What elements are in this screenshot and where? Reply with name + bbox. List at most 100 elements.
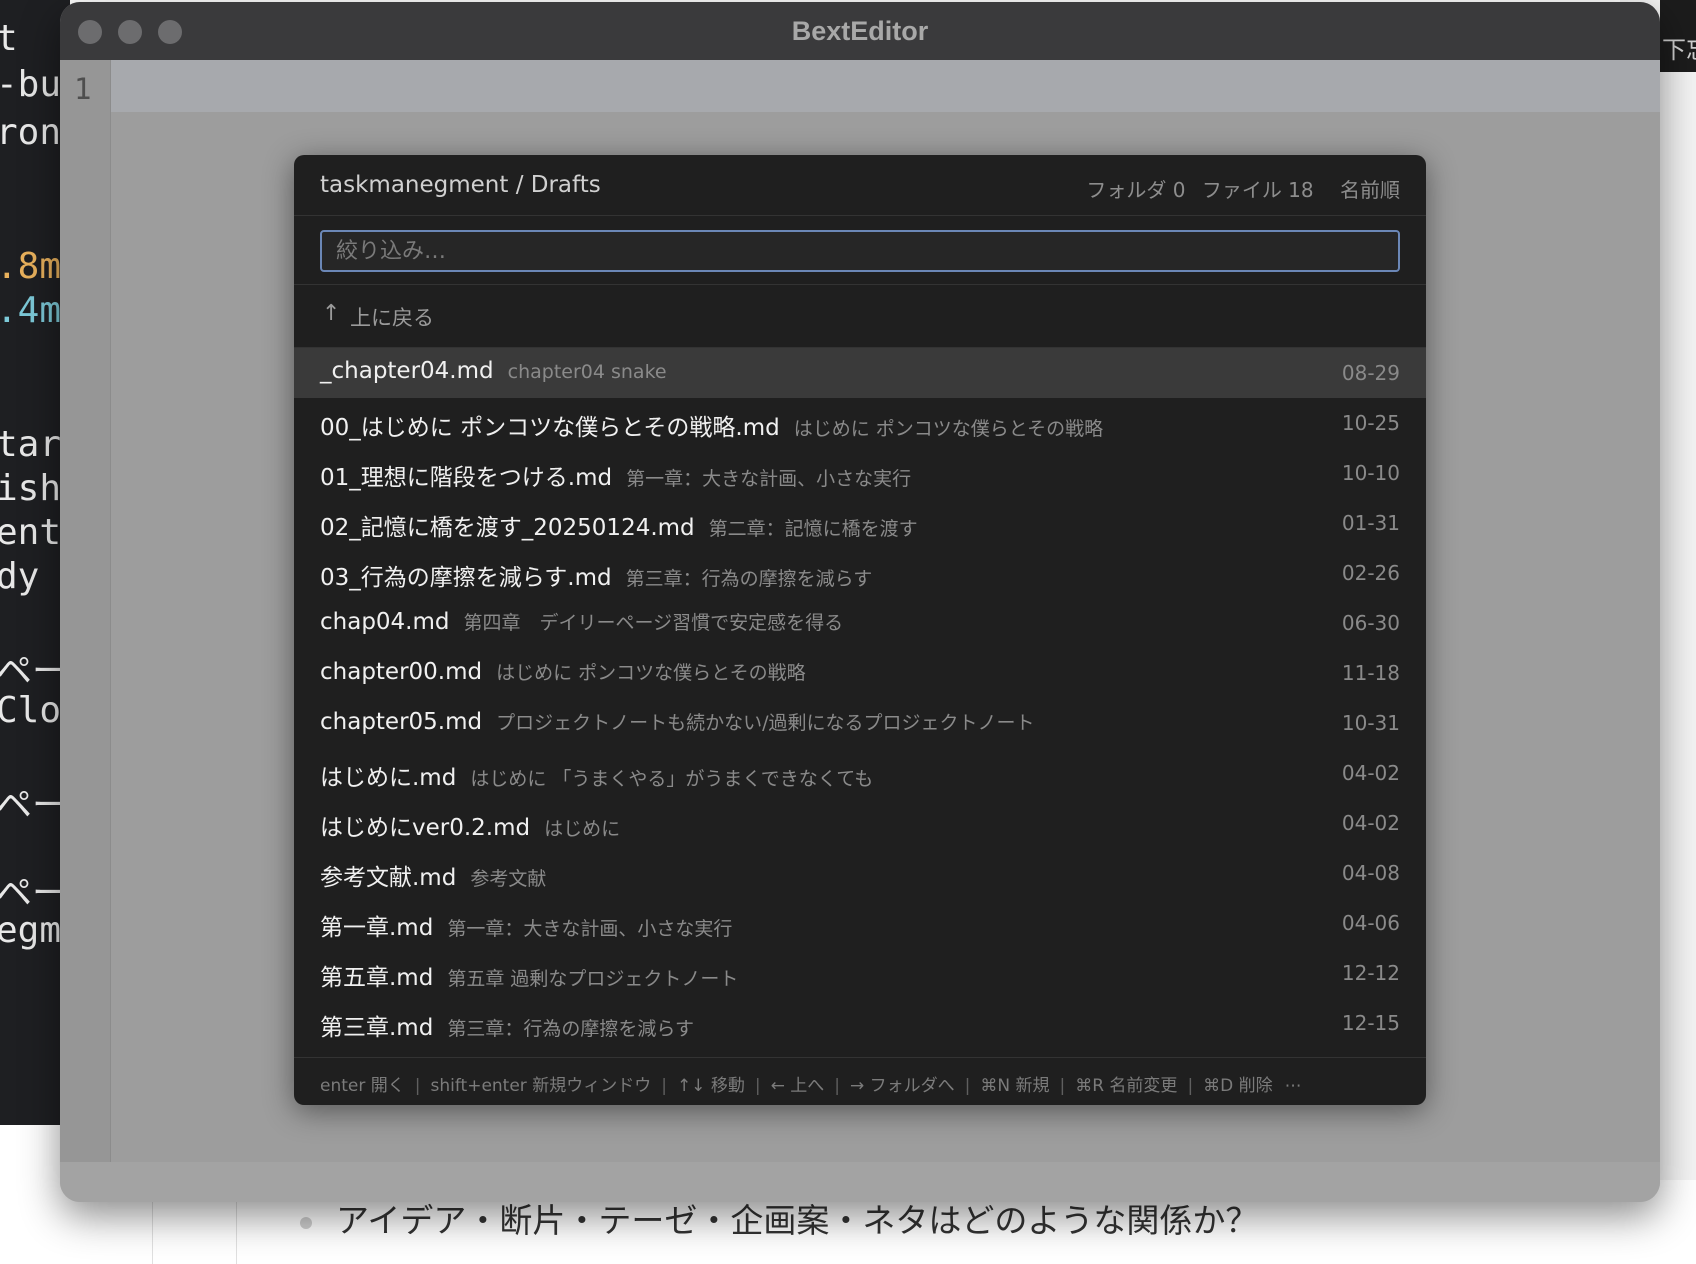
file-row[interactable]: 第三章.md 第三章：行為の摩擦を減らす 12-15 bbox=[294, 998, 1426, 1048]
background-right-text: 下忘 bbox=[1662, 36, 1696, 64]
file-row[interactable]: 03_行為の摩擦を減らす.md 第三章：行為の摩擦を減らす 02-26 bbox=[294, 548, 1426, 598]
file-date: 12-15 bbox=[1341, 1011, 1400, 1035]
file-row[interactable]: 参考文献.md 参考文献 04-08 bbox=[294, 848, 1426, 898]
keyboard-hint: → フォルダへ bbox=[849, 1076, 955, 1096]
terminal-line: ish bbox=[0, 468, 62, 509]
terminal-line: ペー bbox=[0, 785, 69, 826]
file-name: 02_記憶に橋を渡す_20250124.md bbox=[320, 515, 695, 541]
line-number: 1 bbox=[74, 72, 92, 106]
picker-header: taskmanegment / Drafts フォルダ 0 ファイル 18 名前… bbox=[294, 155, 1426, 216]
file-name: はじめに.md bbox=[320, 765, 457, 791]
file-entry: 02_記憶に橋を渡す_20250124.md 第二章：記憶に橋を渡す bbox=[320, 508, 918, 542]
bullet-icon bbox=[300, 1217, 312, 1229]
keyboard-hint: ⌘D 削除 bbox=[1203, 1076, 1273, 1096]
file-name: chapter00.md bbox=[320, 659, 483, 685]
file-name: 00_はじめに ポンコツな僕らとその戦略.md bbox=[320, 415, 780, 441]
file-heading: chapter04 snake bbox=[507, 361, 667, 383]
file-name: chapter05.md bbox=[320, 709, 483, 735]
hint-separator: | bbox=[1187, 1076, 1194, 1096]
file-entry: 01_理想に階段をつける.md 第一章：大きな計画、小さな実行 bbox=[320, 458, 911, 492]
file-date: 04-08 bbox=[1341, 861, 1400, 885]
file-entry: はじめにver0.2.md はじめに bbox=[320, 808, 620, 842]
keyboard-hints-footer: enter 開く | shift+enter 新規ウィンドウ | ↑↓ 移動 | ← 上へ |… bbox=[294, 1057, 1426, 1105]
file-heading: 第四章 デイリーページ習慣で安定感を得る bbox=[463, 612, 844, 634]
file-row[interactable]: はじめに.md はじめに 「うまくやる」がうまくできなくても 04-02 bbox=[294, 748, 1426, 798]
editor-status-area bbox=[60, 1162, 1660, 1202]
terminal-line: ron bbox=[0, 112, 62, 153]
file-heading: 第三章：行為の摩擦を減らす bbox=[447, 1018, 694, 1040]
go-up-row[interactable]: ↑ 上に戻る bbox=[294, 285, 1426, 348]
hint-separator: | bbox=[1059, 1076, 1066, 1096]
file-heading: はじめに 「うまくやる」がうまくできなくても bbox=[470, 768, 874, 790]
file-row[interactable]: 02_記憶に橋を渡す_20250124.md 第二章：記憶に橋を渡す 01-31 bbox=[294, 498, 1426, 548]
keyboard-hint: ⌘R 名前変更 bbox=[1075, 1076, 1178, 1096]
file-entry: はじめに.md はじめに 「うまくやる」がうまくできなくても bbox=[320, 758, 873, 792]
file-entry: chap04.md 第四章 デイリーページ習慣で安定感を得る bbox=[320, 608, 843, 635]
file-name: 第三章.md bbox=[320, 1015, 434, 1041]
window-title: BextEditor bbox=[791, 16, 929, 46]
hint-separator: | bbox=[754, 1076, 761, 1096]
file-heading: 第三章：行為の摩擦を減らす bbox=[625, 568, 873, 590]
arrow-up-icon: ↑ bbox=[322, 301, 341, 326]
file-row[interactable]: 01_理想に階段をつける.md 第一章：大きな計画、小さな実行 10-10 bbox=[294, 448, 1426, 498]
file-heading: はじめに ポンコツな僕らとその戦略 bbox=[496, 662, 806, 684]
file-name: 01_理想に階段をつける.md bbox=[320, 465, 613, 491]
file-row[interactable]: 第一章.md 第一章：大きな計画、小さな実行 04-06 bbox=[294, 898, 1426, 948]
file-date: 08-29 bbox=[1341, 361, 1400, 385]
file-entry: 第五章.md 第五章 過剰なプロジェクトノート bbox=[320, 958, 738, 992]
file-date: 04-02 bbox=[1341, 761, 1400, 785]
current-line-highlight[interactable] bbox=[111, 60, 1660, 112]
file-name: 参考文献.md bbox=[320, 865, 457, 891]
file-date: 01-31 bbox=[1341, 511, 1400, 535]
title-bar[interactable]: BextEditor bbox=[60, 2, 1660, 61]
hint-separator: | bbox=[964, 1076, 971, 1096]
file-row[interactable]: 第五章.md 第五章 過剰なプロジェクトノート 12-12 bbox=[294, 948, 1426, 998]
file-name: はじめにver0.2.md bbox=[320, 815, 531, 841]
file-heading: はじめに bbox=[544, 818, 621, 840]
file-entry: 03_行為の摩擦を減らす.md 第三章：行為の摩擦を減らす bbox=[320, 558, 872, 592]
terminal-line: .4m bbox=[0, 290, 62, 331]
file-date: 06-30 bbox=[1341, 611, 1400, 635]
file-entry: 参考文献.md 参考文献 bbox=[320, 858, 546, 892]
file-name: 03_行為の摩擦を減らす.md bbox=[320, 565, 612, 591]
keyboard-hint: ⌘N 新規 bbox=[980, 1076, 1050, 1096]
line-number-gutter: 1 bbox=[60, 60, 111, 1162]
file-row[interactable]: chap04.md 第四章 デイリーページ習慣で安定感を得る 06-30 bbox=[294, 598, 1426, 648]
file-heading: プロジェクトノートも続かない/過剰になるプロジェクトノート bbox=[496, 712, 1035, 734]
file-heading: 第二章：記憶に橋を渡す bbox=[708, 518, 918, 540]
file-date: 02-26 bbox=[1341, 561, 1400, 585]
hint-separator: | bbox=[414, 1076, 421, 1096]
keyboard-hint: ↑↓ 移動 bbox=[676, 1076, 745, 1096]
terminal-line: .8m bbox=[0, 246, 62, 287]
file-name: chap04.md bbox=[320, 609, 450, 635]
file-row[interactable]: 00_はじめに ポンコツな僕らとその戦略.md はじめに ポンコツな僕らとその戦略… bbox=[294, 398, 1426, 448]
footer-hints: enter 開く | shift+enter 新規ウィンドウ | ↑↓ 移動 | ← 上へ |… bbox=[320, 1071, 1302, 1096]
file-date: 04-02 bbox=[1341, 811, 1400, 835]
file-date: 10-25 bbox=[1341, 411, 1400, 435]
file-heading: 参考文献 bbox=[470, 868, 547, 890]
more-hints-icon[interactable]: ⋯ bbox=[1285, 1076, 1302, 1096]
terminal-line: ペー bbox=[0, 651, 69, 692]
file-row[interactable]: chapter00.md はじめに ポンコツな僕らとその戦略 11-18 bbox=[294, 648, 1426, 698]
sort-order-toggle[interactable]: 名前順 bbox=[1340, 178, 1400, 202]
folder-count: フォルダ 0 bbox=[1086, 178, 1186, 202]
file-name: 第五章.md bbox=[320, 965, 434, 991]
file-date: 12-12 bbox=[1341, 961, 1400, 985]
terminal-line: t bbox=[0, 18, 18, 59]
file-row[interactable]: _chapter04.md chapter04 snake 08-29 bbox=[294, 348, 1426, 398]
file-entry: 第一章.md 第一章：大きな計画、小さな実行 bbox=[320, 908, 732, 942]
file-heading: はじめに ポンコツな僕らとその戦略 bbox=[793, 418, 1104, 440]
file-date: 04-06 bbox=[1341, 911, 1400, 935]
file-entry: _chapter04.md chapter04 snake bbox=[320, 358, 667, 384]
filter-input[interactable] bbox=[320, 230, 1400, 272]
hint-separator: | bbox=[661, 1076, 667, 1096]
file-row[interactable]: chapter05.md プロジェクトノートも続かない/過剰になるプロジェクトノー… bbox=[294, 698, 1426, 748]
file-heading: 第五章 過剰なプロジェクトノート bbox=[447, 968, 739, 990]
file-count: ファイル 18 bbox=[1201, 178, 1314, 202]
breadcrumb: taskmanegment / Drafts bbox=[320, 172, 601, 198]
keyboard-hint: enter 開く bbox=[320, 1076, 405, 1096]
file-entry: chapter00.md はじめに ポンコツな僕らとその戦略 bbox=[320, 658, 806, 685]
file-row[interactable]: はじめにver0.2.md はじめに 04-02 bbox=[294, 798, 1426, 848]
go-up-label: 上に戻る bbox=[350, 306, 434, 330]
keyboard-hint: ← 上へ bbox=[770, 1076, 825, 1096]
